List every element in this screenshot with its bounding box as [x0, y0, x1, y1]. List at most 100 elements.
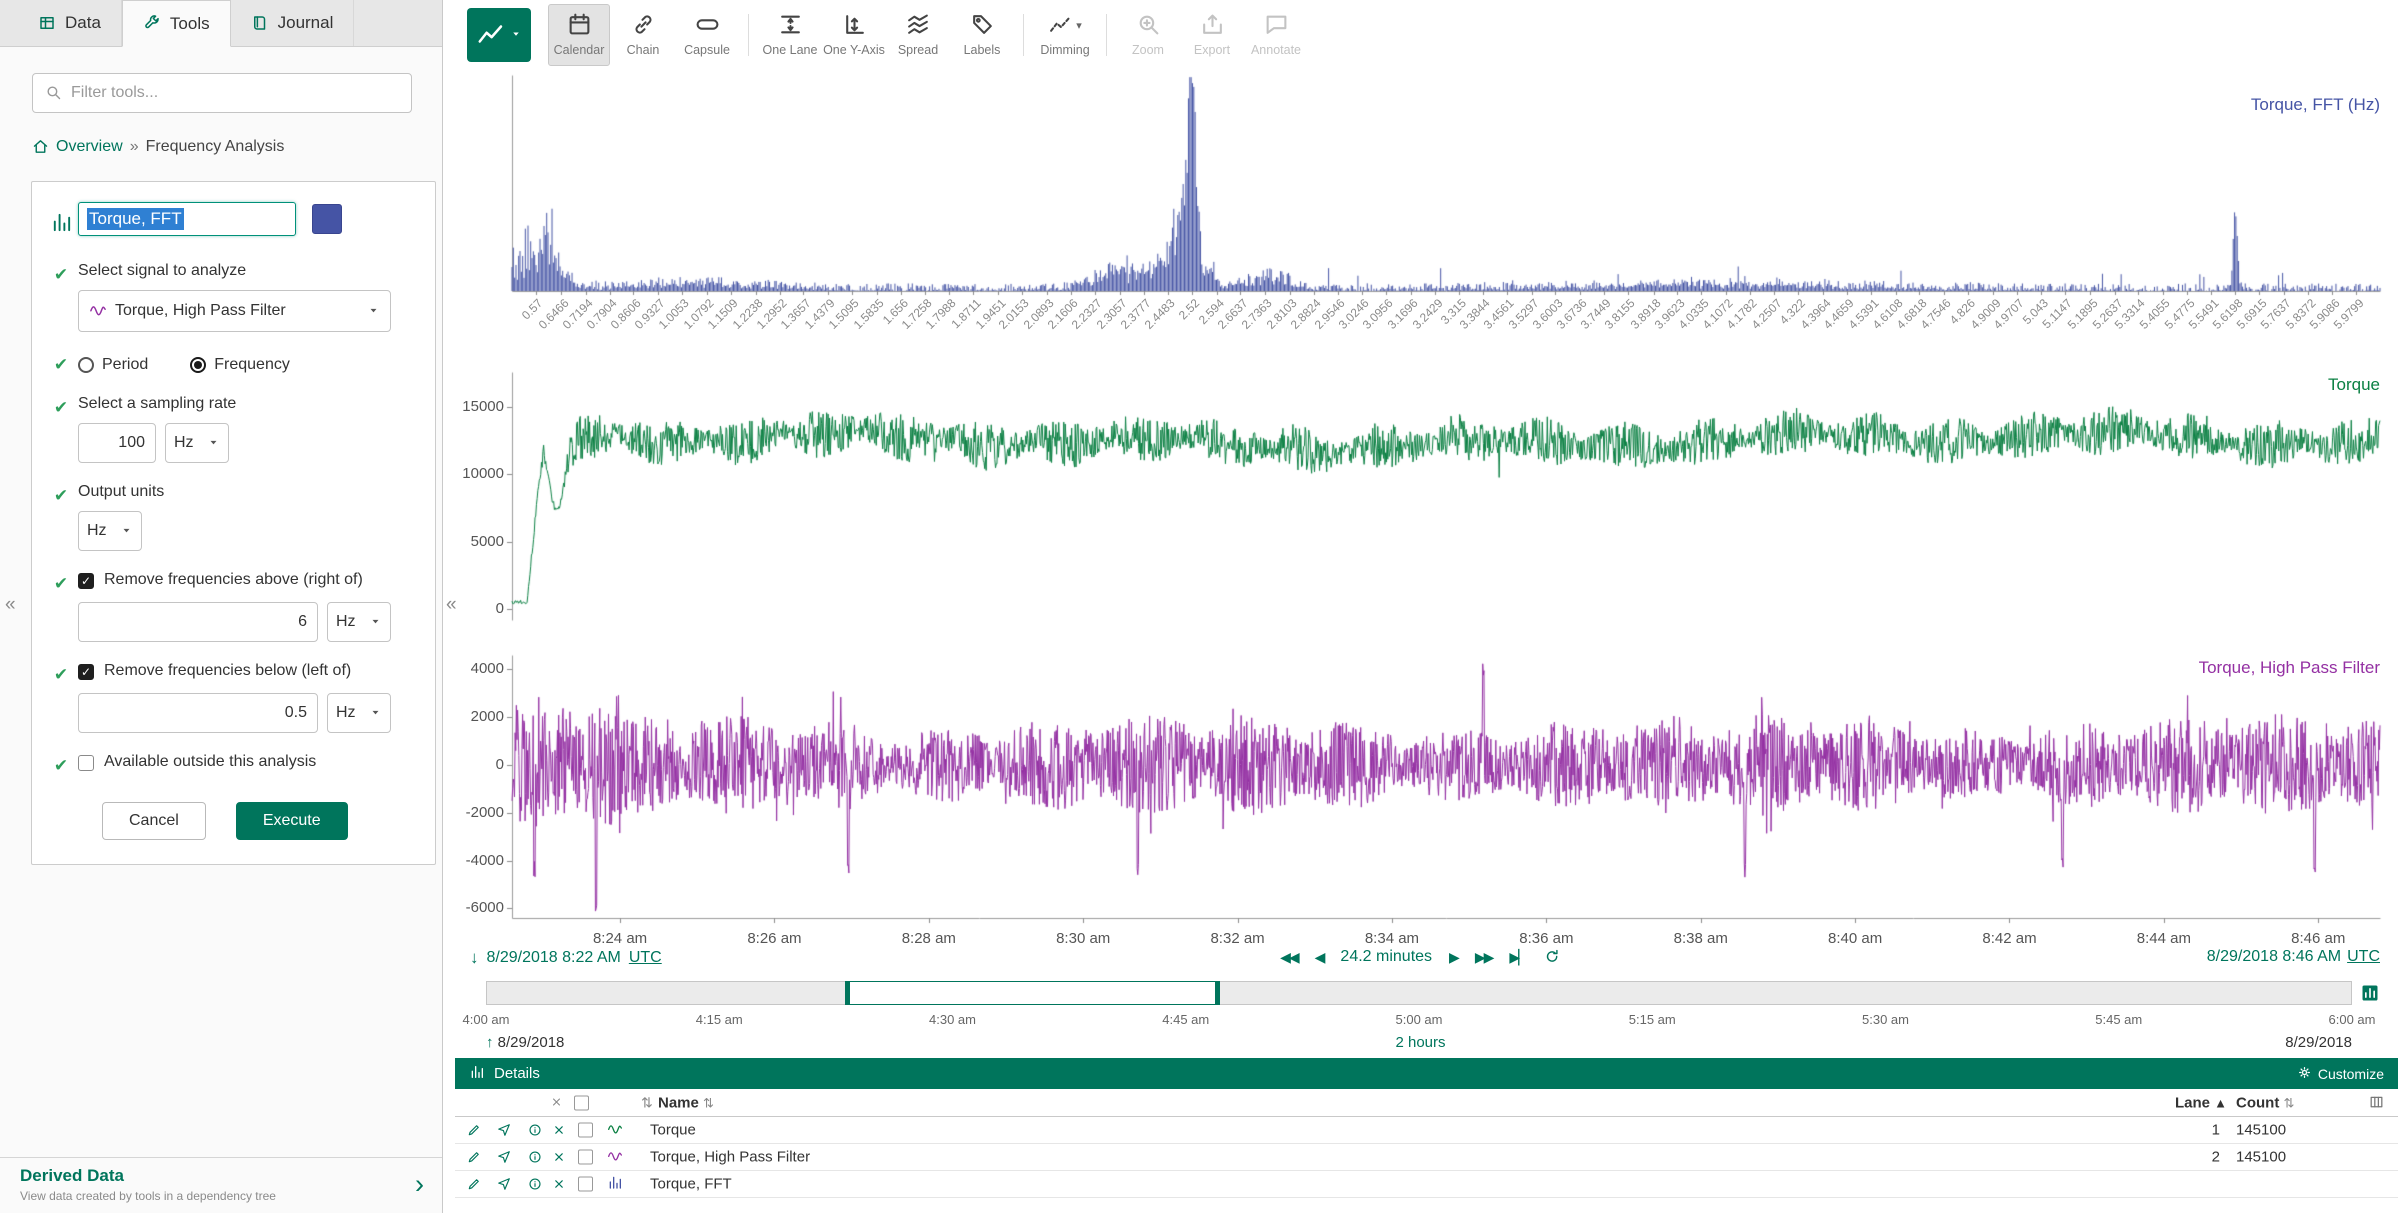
step-forward-icon[interactable]: ▶ — [1449, 949, 1458, 966]
derived-data-title: Derived Data — [20, 1166, 276, 1186]
range-start-utc[interactable]: UTC — [629, 949, 662, 967]
toolbar-items: Calendar Chain Capsule One Lane One Y-AxisSp… — [547, 0, 1308, 69]
derived-data-panel[interactable]: Derived Data View data created by tools … — [0, 1157, 442, 1213]
toolbar-item-dimming[interactable]: ▾Dimming — [1034, 4, 1096, 66]
frequency-radio[interactable]: Frequency — [190, 356, 290, 374]
customize-button[interactable]: Customize — [2297, 1065, 2384, 1082]
checkbox-checked-icon[interactable]: ✓ — [78, 573, 94, 589]
remove-below-checkbox[interactable]: ✓ Remove frequencies below (left of) — [78, 662, 419, 680]
sort-asc-icon[interactable]: ▲ — [2214, 1095, 2227, 1110]
toolbar-item-chain[interactable]: Chain — [612, 4, 674, 66]
edit-icon[interactable] — [467, 1176, 481, 1192]
info-icon[interactable] — [528, 1149, 542, 1165]
period-radio[interactable]: Period — [78, 356, 148, 374]
selection-start-handle[interactable] — [845, 981, 850, 1005]
table-row[interactable]: Torque, High Pass Filter2145100 — [455, 1144, 2398, 1171]
step-forward-double-icon[interactable]: ▶▶ — [1475, 949, 1493, 966]
sampling-rate-input[interactable] — [78, 423, 156, 463]
row-checkbox[interactable] — [578, 1177, 593, 1192]
table-row[interactable]: Torque1145100 — [455, 1117, 2398, 1144]
row-checkbox[interactable] — [578, 1123, 593, 1138]
step-back-icon[interactable]: ◀ — [1315, 949, 1324, 966]
sort-icon[interactable]: ⇅ — [703, 1095, 714, 1110]
available-outside-checkbox[interactable]: Available outside this analysis — [78, 753, 419, 771]
tab-journal[interactable]: Journal — [231, 0, 355, 46]
edit-icon[interactable] — [467, 1122, 481, 1138]
breadcrumb-overview-link[interactable]: Overview — [56, 138, 123, 156]
execute-button[interactable]: Execute — [236, 802, 348, 840]
item-name[interactable]: Torque — [650, 1122, 696, 1139]
send-icon[interactable] — [497, 1122, 511, 1138]
above-value-input[interactable] — [78, 602, 318, 642]
trend-charts[interactable]: Torque, FFT (Hz) Torque Torque, High Pas… — [443, 69, 2398, 944]
remove-icon[interactable] — [552, 1149, 566, 1165]
item-name[interactable]: Torque, High Pass Filter — [650, 1149, 810, 1166]
edit-icon[interactable] — [467, 1149, 481, 1165]
signal-select[interactable]: Torque, High Pass Filter — [78, 290, 391, 332]
item-name[interactable]: Torque, FFT — [650, 1176, 732, 1193]
breadcrumb-current: Frequency Analysis — [146, 138, 285, 156]
below-unit-select[interactable]: Hz — [327, 693, 391, 733]
arrow-down-icon[interactable]: ↓ — [470, 948, 479, 968]
checkbox-checked-icon[interactable]: ✓ — [78, 664, 94, 680]
remove-icon[interactable] — [552, 1122, 566, 1138]
send-icon[interactable] — [497, 1176, 511, 1192]
arrow-up-icon[interactable]: ↑ — [486, 1034, 494, 1051]
step-back-double-icon[interactable]: ◀◀ — [1280, 949, 1298, 966]
count-column-header[interactable]: Count ⇅ — [2236, 1094, 2294, 1111]
sampling-unit-select[interactable]: Hz — [165, 423, 229, 463]
range-end-label[interactable]: 8/29/2018 8:46 AM — [2207, 948, 2341, 966]
send-icon[interactable] — [497, 1149, 511, 1165]
toolbar-item-capsule[interactable]: Capsule — [676, 4, 738, 66]
result-name-input[interactable]: Torque, FFT — [78, 202, 296, 236]
checkbox-unchecked-icon[interactable] — [78, 755, 94, 771]
select-all-checkbox[interactable] — [574, 1095, 589, 1110]
derived-data-subtitle: View data created by tools in a dependen… — [20, 1189, 276, 1203]
output-unit-select[interactable]: Hz — [78, 511, 142, 551]
tab-tools[interactable]: Tools — [122, 0, 231, 47]
range-end-utc[interactable]: UTC — [2347, 948, 2380, 966]
bulk-remove-icon[interactable] — [550, 1095, 563, 1110]
radio-selected-icon[interactable] — [190, 357, 206, 373]
row-checkbox[interactable] — [578, 1150, 593, 1165]
duration-label[interactable]: 24.2 minutes — [1340, 948, 1432, 966]
toolbar-item-calendar[interactable]: Calendar — [548, 4, 610, 66]
sort-icon[interactable]: ⇅ — [641, 1094, 653, 1111]
selection-end-handle[interactable] — [1215, 981, 1220, 1005]
remove-icon[interactable] — [552, 1176, 566, 1192]
radio-unselected-icon[interactable] — [78, 357, 94, 373]
range-start-label[interactable]: 8/29/2018 8:22 AM — [487, 949, 621, 967]
timeline-window-label[interactable]: 2 hours — [1395, 1034, 1445, 1051]
lane-column-header[interactable]: Lane ▲ — [2135, 1094, 2227, 1111]
toolbar-item-labels[interactable]: Labels — [951, 4, 1013, 66]
filter-tools-input[interactable] — [71, 84, 399, 102]
info-icon[interactable] — [528, 1122, 542, 1138]
timeline-track[interactable] — [486, 981, 2352, 1005]
name-column-header[interactable]: Name ⇅ — [658, 1094, 714, 1111]
toolbar-item-label: One Lane — [763, 43, 818, 57]
refresh-icon[interactable] — [1544, 948, 1561, 965]
histogram-icon[interactable] — [2360, 983, 2380, 1006]
toolbar-item-spread[interactable]: Spread — [887, 4, 949, 66]
chart-canvas[interactable] — [443, 69, 2398, 944]
trend-view-button[interactable] — [467, 8, 531, 62]
columns-icon[interactable] — [2369, 1094, 2384, 1111]
collapse-sidebar-icon[interactable]: « — [446, 594, 457, 616]
toolbar-item-one-y-axis[interactable]: One Y-Axis — [823, 4, 885, 66]
step-to-end-icon[interactable]: ▶▏ — [1509, 949, 1527, 966]
color-swatch[interactable] — [312, 204, 342, 234]
sort-icon[interactable]: ⇅ — [2284, 1095, 2295, 1110]
above-unit-value: Hz — [336, 613, 356, 631]
info-icon[interactable] — [528, 1176, 542, 1192]
timeline-selection[interactable] — [847, 981, 1218, 1005]
tab-data[interactable]: Data — [18, 0, 122, 46]
home-icon[interactable] — [32, 137, 49, 157]
collapse-left-icon[interactable]: « — [5, 594, 16, 616]
cancel-button[interactable]: Cancel — [102, 802, 206, 840]
toolbar-item-one-lane[interactable]: One Lane — [759, 4, 821, 66]
toolbar-item-label: Chain — [627, 43, 660, 57]
above-unit-select[interactable]: Hz — [327, 602, 391, 642]
table-row[interactable]: Torque, FFT — [455, 1171, 2398, 1198]
below-value-input[interactable] — [78, 693, 318, 733]
remove-above-checkbox[interactable]: ✓ Remove frequencies above (right of) — [78, 571, 419, 589]
